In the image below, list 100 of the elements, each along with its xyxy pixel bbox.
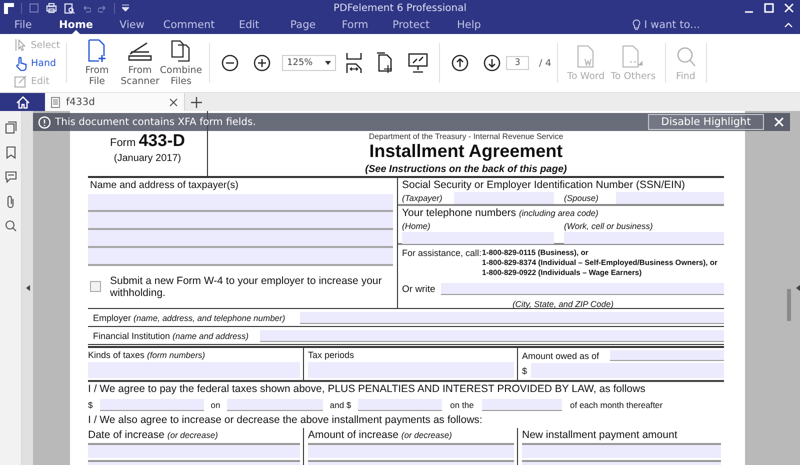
attachment-icon[interactable] <box>6 195 16 208</box>
redo-icon[interactable] <box>98 4 107 12</box>
maximize-icon[interactable] <box>764 3 774 13</box>
input-field[interactable] <box>227 399 323 411</box>
page-number-field[interactable]: 3 <box>506 56 529 70</box>
field-label: Tax periods <box>308 349 356 362</box>
field-label: (Taxpayer) <box>402 193 444 203</box>
input-field[interactable] <box>402 232 554 244</box>
mode-button[interactable]: Hand <box>14 56 60 70</box>
field-label: (Home) <box>402 220 432 230</box>
info-icon <box>38 116 51 128</box>
customize-icon[interactable] <box>122 4 129 12</box>
field-label: Financial Institution (name and address) <box>93 330 249 340</box>
column-header: New installment payment amount <box>522 429 678 441</box>
menu-tab[interactable]: Protect <box>382 16 440 34</box>
print-preview-icon[interactable] <box>64 2 75 14</box>
form-number: Form 433-D <box>110 131 186 151</box>
combine-button[interactable]: Combine Files <box>159 39 203 87</box>
field-label: Amount owed as of <box>522 350 600 360</box>
agreement-text: I / We also agree to increase or decrease the above installment payments as follows: <box>88 414 482 426</box>
menu-tab[interactable]: View <box>106 16 158 34</box>
input-field[interactable] <box>454 192 554 204</box>
close-tab-icon[interactable] <box>169 98 178 106</box>
menu-tab[interactable]: File <box>0 16 46 34</box>
fit-width-icon[interactable] <box>346 52 362 74</box>
combine-files-icon <box>170 39 192 63</box>
column-header: Amount of increase (or decrease) <box>308 429 452 441</box>
search-icon[interactable] <box>4 220 16 232</box>
input-field[interactable] <box>564 232 724 244</box>
field-hint: (City, State, and ZIP Code) <box>512 299 614 309</box>
input-field[interactable] <box>260 330 724 342</box>
word-document-icon <box>576 44 596 68</box>
field-label: For assistance, call: <box>402 248 482 260</box>
file-button[interactable]: From File <box>73 39 121 87</box>
column-header: Date of increase (or decrease) <box>88 429 218 441</box>
input-field[interactable] <box>441 283 724 295</box>
full-screen-icon[interactable] <box>408 53 428 73</box>
search-icon <box>674 44 697 68</box>
input-field[interactable] <box>88 230 393 248</box>
app-logo-icon <box>4 2 14 14</box>
undo-icon[interactable] <box>82 4 91 12</box>
bookmark-icon[interactable] <box>6 146 16 159</box>
window-title: PDFelement 6 Professional <box>334 2 466 14</box>
print-icon[interactable] <box>46 3 57 13</box>
form-date: (January 2017) <box>114 153 182 164</box>
menu-tab[interactable]: Page <box>278 16 328 34</box>
menu-tab[interactable]: Form <box>328 16 382 34</box>
menu-tab[interactable]: Comment <box>158 16 220 34</box>
field-label: Your telephone numbers (including area code) <box>402 207 598 219</box>
pages-icon[interactable] <box>4 121 16 134</box>
field-label: Or write <box>402 284 436 294</box>
input-field[interactable] <box>88 194 393 212</box>
expand-panel-icon[interactable] <box>796 285 800 291</box>
field-label: $ <box>88 400 94 410</box>
input-field[interactable] <box>100 399 204 411</box>
document-icon <box>51 96 60 108</box>
field-label: Employer (name, address, and telephone number) <box>93 312 286 322</box>
help-search-link[interactable]: I want to... <box>644 19 700 31</box>
field-label: (Work, cell or business) <box>564 220 653 230</box>
collapse-ribbon-icon[interactable] <box>784 22 793 28</box>
scanner-button[interactable]: From Scanner <box>121 39 159 87</box>
previous-page-icon[interactable] <box>451 54 469 72</box>
field-label: $ <box>522 366 528 376</box>
input-field[interactable] <box>88 212 393 230</box>
lightbulb-icon <box>632 19 642 31</box>
input-field[interactable] <box>616 192 724 204</box>
zoom-out-icon[interactable] <box>221 54 239 72</box>
next-page-icon[interactable] <box>483 54 501 72</box>
field-label: Kinds of taxes (form numbers) <box>88 349 206 362</box>
new-tab-icon[interactable] <box>191 96 202 108</box>
new-file-icon <box>86 39 108 63</box>
input-field[interactable] <box>358 399 442 411</box>
input-field[interactable] <box>300 312 724 324</box>
zoom-dropdown[interactable]: 125% <box>282 55 336 71</box>
scrollbar-thumb[interactable] <box>787 289 791 321</box>
checkbox[interactable] <box>90 281 101 292</box>
field-label: of each month thereafter <box>570 400 663 410</box>
menu-tab[interactable]: Help <box>440 16 498 34</box>
expand-panel-icon[interactable] <box>26 285 30 291</box>
comment-icon[interactable] <box>4 171 16 183</box>
page-count: / 4 <box>539 58 552 68</box>
checkbox-label: Submit a new Form W-4 to your employer to increase your withholding. <box>110 274 383 298</box>
close-icon[interactable] <box>784 3 794 13</box>
input-field[interactable] <box>522 443 721 458</box>
document-tab[interactable]: f433d <box>45 93 185 111</box>
input-field[interactable] <box>88 248 393 266</box>
menu-tab[interactable]: Edit <box>220 16 278 34</box>
field-label: on <box>210 400 222 410</box>
input-field[interactable] <box>482 399 562 411</box>
fit-page-icon[interactable] <box>376 52 394 74</box>
close-icon[interactable] <box>774 117 784 127</box>
menu-tab[interactable]: Home <box>46 16 106 34</box>
disable-highlight-button[interactable]: Disable Highlight <box>648 114 764 130</box>
input-field[interactable] <box>610 350 724 361</box>
input-field[interactable] <box>88 443 300 458</box>
save-icon[interactable] <box>29 3 39 13</box>
home-button[interactable] <box>0 93 45 111</box>
input-field[interactable] <box>308 443 514 458</box>
field-label: on the <box>449 400 475 410</box>
zoom-in-icon[interactable] <box>253 54 271 72</box>
